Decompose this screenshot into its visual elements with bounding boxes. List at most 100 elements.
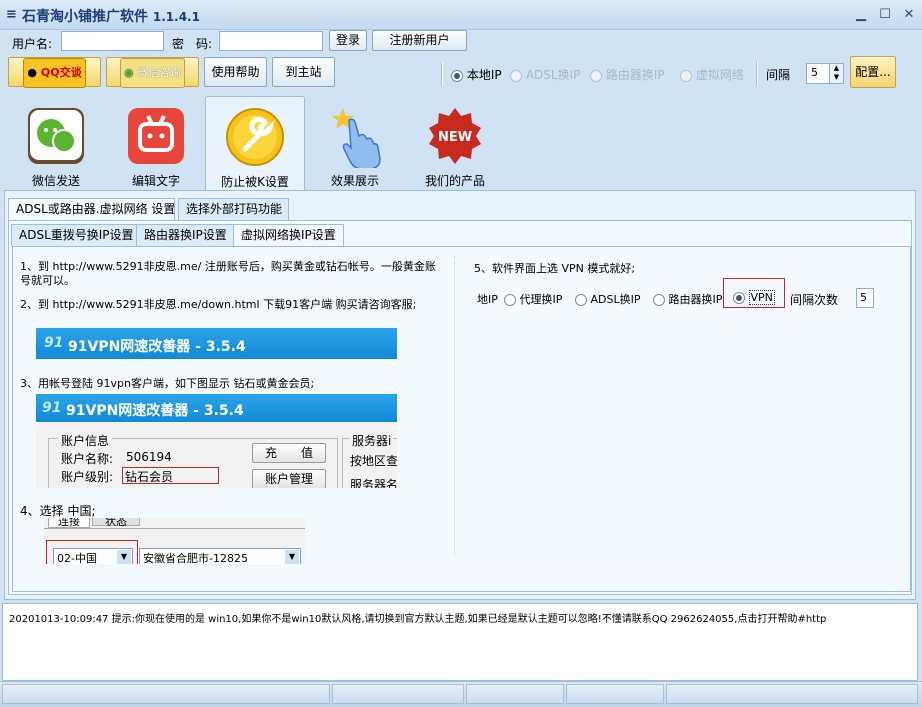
step1-text: 1、到 http://www.5291非皮恩.me/ 注册账号后，购买黄金或钻石… xyxy=(20,260,436,287)
login-button[interactable]: 登录 xyxy=(329,30,367,51)
interval-count-input[interactable]: 5 xyxy=(856,288,874,308)
mode-vpn[interactable]: VPN xyxy=(733,290,775,305)
status-bar-segment-1 xyxy=(2,684,330,704)
vpn-tab-status: 状态 xyxy=(92,518,140,528)
tab-router-ip[interactable]: 路由器换IP设置 xyxy=(136,224,235,246)
tile-wechat-send-label: 微信发送 xyxy=(31,174,80,188)
mode-proxy-dot[interactable] xyxy=(504,294,516,306)
server-group-title: 服务器i xyxy=(350,432,394,449)
account-name-label: 账户名称: xyxy=(61,452,114,466)
wechat-consult-button[interactable]: ◉ 微信咨询 xyxy=(106,57,199,88)
mode-adsl[interactable]: ADSL换IP xyxy=(575,291,640,307)
step4-text: 4、选择 中国; xyxy=(20,504,96,518)
username-input[interactable] xyxy=(61,31,164,51)
vpn-tab-line xyxy=(44,528,305,529)
tile-edit-text[interactable]: 编辑文字 xyxy=(106,96,206,190)
vpn-banner-2: 91 91VPN网速改善器 - 3.5.4 xyxy=(36,394,397,422)
help-button[interactable]: 使用帮助 xyxy=(204,57,267,87)
step2-text: 2、到 http://www.5291非皮恩.me/down.html 下载91… xyxy=(20,298,417,311)
server-name-label: 服务器名 xyxy=(350,478,397,488)
tile-effect-demo[interactable]: 效果展示 xyxy=(305,96,405,190)
tab-adsl-router-vnet[interactable]: ADSL或路由器.虚拟网络 设置 xyxy=(8,198,175,220)
tile-wechat-send[interactable]: 微信发送 xyxy=(6,96,106,190)
wechat-consult-label: 微信咨询 xyxy=(137,66,182,79)
password-input[interactable] xyxy=(219,31,323,51)
interval-value: 5 xyxy=(811,66,818,79)
config-button[interactable]: 配置... xyxy=(850,56,896,88)
home-site-button[interactable]: 到主站 xyxy=(272,57,335,87)
column-divider xyxy=(454,256,455,556)
region-select[interactable]: 安徽省合肥市-12825 ▼ xyxy=(139,548,301,564)
username-label: 用户名: xyxy=(12,37,53,51)
app-title: 石青淘小铺推广软件 xyxy=(22,9,148,25)
tile-our-products[interactable]: NEW 我们的产品 xyxy=(405,96,505,190)
radio-router-dot[interactable] xyxy=(590,69,602,82)
edit-text-icon xyxy=(128,108,184,164)
radio-adsl[interactable]: ADSL换IP xyxy=(510,66,580,83)
mode-router[interactable]: 路由器换IP xyxy=(653,291,722,307)
interval-label: 间隔 xyxy=(766,68,791,82)
mode-adsl-label: ADSL换IP xyxy=(590,293,641,306)
toolbar-divider-2 xyxy=(756,62,758,86)
radio-virtual-net[interactable]: 虚拟网络 xyxy=(680,66,744,83)
maximize-icon[interactable]: ☐ xyxy=(876,6,894,24)
vpn-tab-connect: 连接 xyxy=(48,518,90,528)
spinner-arrows-icon[interactable]: ▲ ▼ xyxy=(829,64,843,83)
app-version: 1.1.4.1 xyxy=(152,10,200,24)
step3-text: 3、用帐号登陆 91vpn客户端，如下图显示 钻石或黄金会员; xyxy=(20,377,315,390)
tab-virtual-network-ip[interactable]: 虚拟网络换IP设置 xyxy=(233,224,344,246)
mode-local-ip-label: 地IP xyxy=(477,293,498,306)
mode-router-dot[interactable] xyxy=(653,294,665,306)
account-manage-button[interactable]: 账户管理 xyxy=(252,469,326,488)
feature-icon-bar: 微信发送 编辑文字 防止被K设置 效果展示 NEW 我们的产品 xyxy=(0,92,922,190)
vpn-logo-2: 91 xyxy=(42,400,62,416)
tab-external-captcha[interactable]: 选择外部打码功能 xyxy=(178,198,289,220)
new-badge-icon: NEW xyxy=(429,108,481,164)
minimize-icon[interactable]: ▁ xyxy=(852,6,870,24)
status-log-line[interactable]: 20201013-10:09:47 提示:你现在使用的是 win10,如果你不是… xyxy=(9,610,917,625)
vpn-banner-2-text: 91VPN网速改善器 - 3.5.4 xyxy=(66,403,244,419)
radio-adsl-dot[interactable] xyxy=(510,69,522,82)
server-region-label: 按地区查 xyxy=(350,454,397,468)
tile-effect-demo-label: 效果展示 xyxy=(330,174,379,188)
password-label: 密 码: xyxy=(172,37,213,51)
system-menu-icon[interactable]: ≡ xyxy=(6,7,17,22)
radio-local-ip-dot[interactable] xyxy=(451,69,463,82)
mode-adsl-dot[interactable] xyxy=(575,294,587,306)
radio-router[interactable]: 路由器换IP xyxy=(590,66,665,83)
region-select-value: 安徽省合肥市-12825 xyxy=(143,552,248,564)
radio-virtual-net-label: 虚拟网络 xyxy=(695,68,744,82)
vpn-account-screenshot: 账户信息 账户名称: 506194 账户级别: 钻石会员 充 值 账户管理 服务… xyxy=(36,422,397,488)
tile-anti-k-settings[interactable]: 防止被K设置 xyxy=(205,96,305,190)
qq-chat-button[interactable]: ● QQ交谈 xyxy=(8,57,101,88)
account-name-value: 506194 xyxy=(126,450,172,464)
mode-proxy[interactable]: 代理换IP xyxy=(504,291,562,307)
vpn-logo-1: 91 xyxy=(44,335,64,351)
status-bar-segment-4 xyxy=(566,684,664,704)
account-level-label: 账户级别: xyxy=(61,470,114,484)
radio-local-ip-label: 本地IP xyxy=(466,68,502,82)
qq-chat-icon: ● xyxy=(27,66,38,79)
tab-adsl-redial[interactable]: ADSL重拨号换IP设置 xyxy=(11,224,142,246)
title-bar: ≡ 石青淘小铺推广软件 1.1.4.1 ▁ ☐ ✕ xyxy=(0,0,922,30)
wrench-icon xyxy=(226,108,284,166)
recharge-button[interactable]: 充 值 xyxy=(252,443,326,463)
window-title: 石青淘小铺推广软件 1.1.4.1 xyxy=(22,6,200,26)
chevron-down-icon: ▼ xyxy=(117,550,131,564)
tile-edit-text-label: 编辑文字 xyxy=(131,174,180,188)
toolbar-divider xyxy=(441,62,443,86)
tile-our-products-label: 我们的产品 xyxy=(424,174,485,188)
radio-local-ip[interactable]: 本地IP xyxy=(451,66,502,83)
register-button[interactable]: 注册新用户 xyxy=(372,30,467,51)
radio-router-label: 路由器换IP xyxy=(605,68,665,82)
vpn-banner-1-text: 91VPN网速改善器 - 3.5.4 xyxy=(68,339,246,355)
radio-virtual-net-dot[interactable] xyxy=(680,69,692,82)
svg-text:NEW: NEW xyxy=(438,130,472,145)
mode-vpn-dot[interactable] xyxy=(733,292,745,304)
wechat-small-icon: ◉ xyxy=(123,66,134,79)
close-icon[interactable]: ✕ xyxy=(900,6,918,24)
country-select[interactable]: 02-中国 ▼ xyxy=(53,548,133,564)
interval-spinner[interactable]: 5 ▲ ▼ xyxy=(806,63,844,84)
tile-anti-k-label: 防止被K设置 xyxy=(221,175,289,189)
country-select-value: 02-中国 xyxy=(57,552,97,564)
